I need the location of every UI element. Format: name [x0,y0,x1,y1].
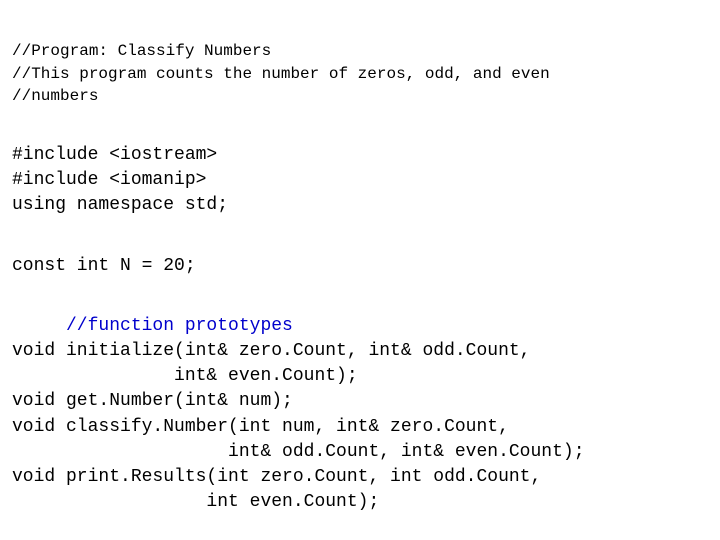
comment-line-3: //numbers [12,87,98,105]
include-line-2: #include <iomanip> [12,170,206,190]
proto-line-7: int even.Count); [12,492,379,512]
const-block: const int N = 20; [12,228,708,278]
proto-line-5: int& odd.Count, int& even.Count); [12,442,585,462]
proto-line-2: int& even.Count); [12,366,358,386]
proto-line-6: void print.Results(int zero.Count, int o… [12,467,552,487]
header-comment-block: //Program: Classify Numbers //This progr… [12,18,708,108]
const-line: const int N = 20; [12,256,196,276]
proto-line-1: void initialize(int& zero.Count, int& od… [12,341,541,361]
include-block: #include <iostream> #include <iomanip> u… [12,118,708,219]
comment-line-1: //Program: Classify Numbers [12,42,271,60]
proto-line-3: void get.Number(int& num); [12,391,293,411]
prototype-comment: //function prototypes [12,316,293,336]
include-line-3: using namespace std; [12,195,228,215]
proto-line-4: void classify.Number(int num, int& zero.… [12,417,520,437]
include-line-1: #include <iostream> [12,145,217,165]
comment-line-2: //This program counts the number of zero… [12,65,550,83]
prototype-block: //function prototypes void initialize(in… [12,289,708,516]
